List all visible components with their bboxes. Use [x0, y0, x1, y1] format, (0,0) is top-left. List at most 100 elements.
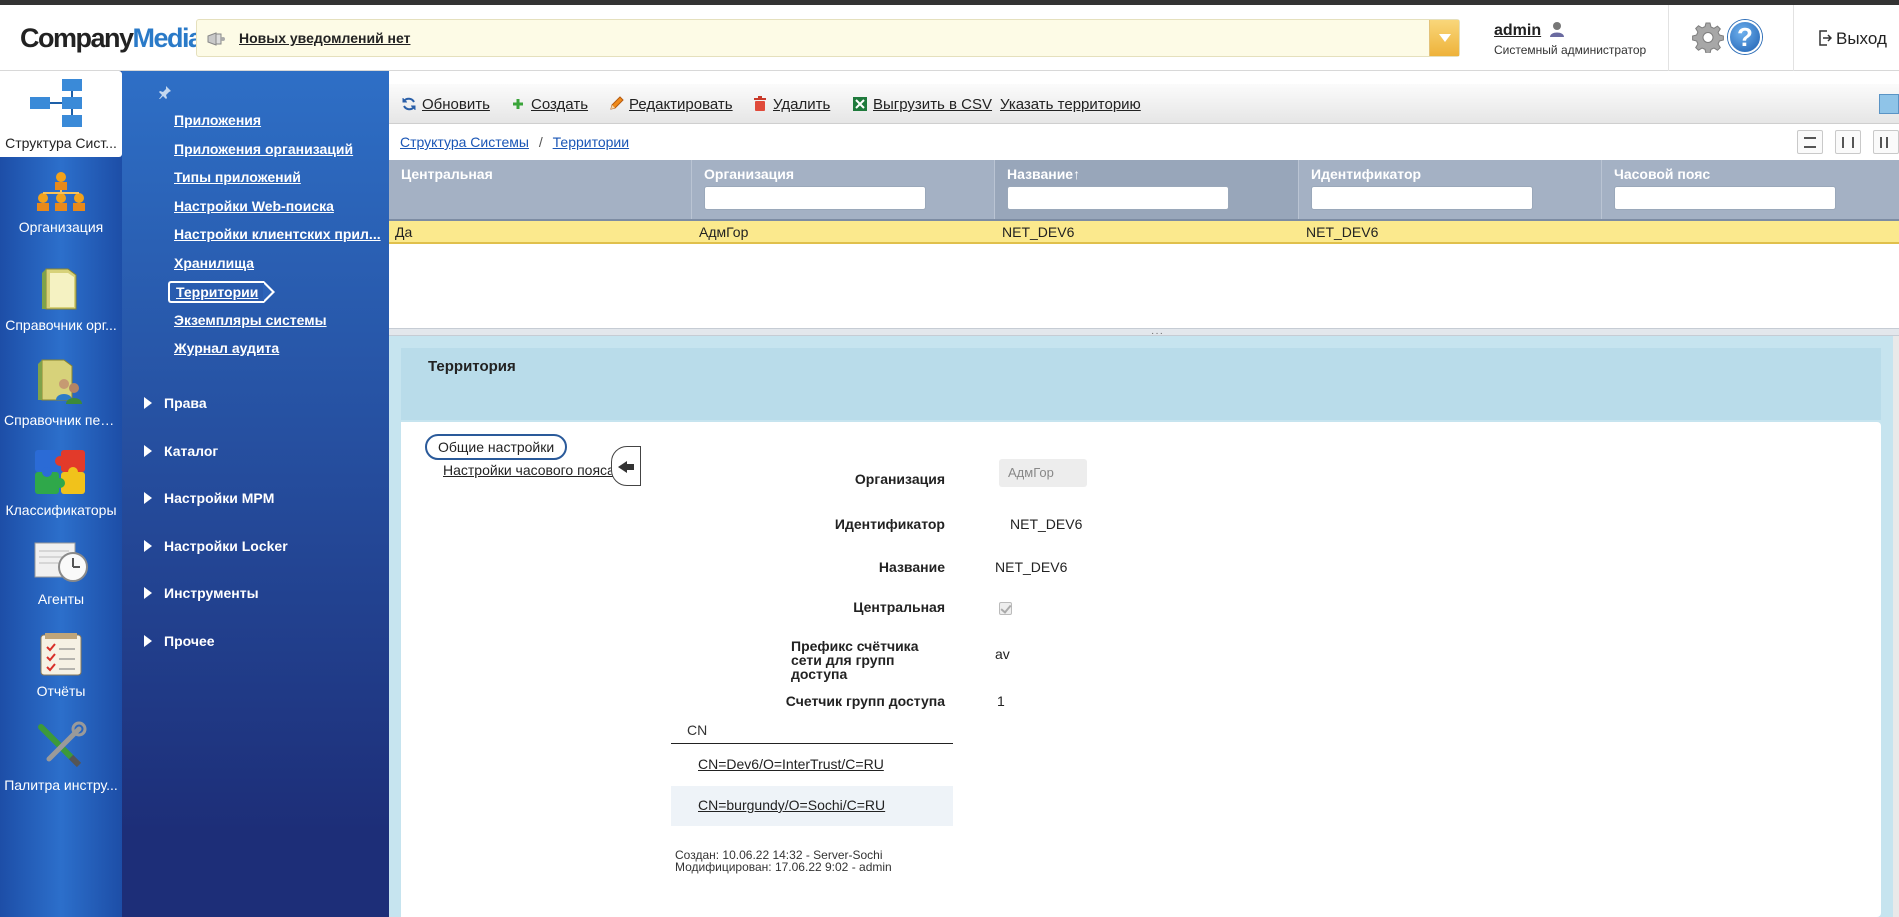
breadcrumb-current[interactable]: Территории	[553, 134, 629, 150]
organization-label: Организация	[854, 471, 945, 487]
table-row[interactable]: Да АдмГор NET_DEV6 NET_DEV6	[389, 221, 1899, 244]
edit-button[interactable]: Редактировать	[608, 96, 733, 113]
breadcrumb: Структура Системы / Территории	[400, 134, 630, 150]
column-timezone[interactable]: Часовой пояс	[1602, 160, 1899, 219]
cell-organization: АдмГор	[699, 224, 749, 240]
nav-link-territories[interactable]: Территории	[168, 281, 276, 303]
image-icon[interactable]	[1879, 94, 1899, 114]
column-organization[interactable]: Организация	[692, 160, 995, 219]
prefix-label: Префикс счётчика сети для групп доступа	[791, 638, 919, 682]
notification-text[interactable]: Новых уведомлений нет	[239, 30, 410, 46]
nav-link-client-app-settings[interactable]: Настройки клиентских прил...	[174, 226, 381, 242]
clock-icon	[34, 542, 88, 582]
rail-item-system-structure[interactable]: Структура Сист...	[0, 71, 140, 157]
nav-group-catalog[interactable]: Каталог	[144, 443, 218, 459]
set-territory-button[interactable]: Указать территорию	[1000, 96, 1141, 113]
nav-group-other[interactable]: Прочее	[144, 633, 215, 649]
navigation-panel: Приложения Приложения организаций Типы п…	[122, 71, 389, 917]
rail-item-tools-palette[interactable]: Палитра инстру...	[0, 721, 122, 809]
org-chart-icon	[37, 172, 85, 211]
modified-info: Модифицирован: 17.06.22 9:02 - admin	[675, 860, 892, 874]
nav-link-application-types[interactable]: Типы приложений	[174, 169, 301, 185]
nav-group-locker-settings[interactable]: Настройки Locker	[144, 538, 288, 554]
rail-item-organization[interactable]: Организация	[0, 171, 122, 259]
create-button[interactable]: Создать	[510, 96, 588, 113]
grid-body	[389, 244, 1899, 328]
tab-timezone-settings[interactable]: Настройки часового пояса	[443, 462, 619, 478]
counter-value: 1	[997, 693, 1005, 709]
cell-identifier: NET_DEV6	[1306, 224, 1379, 240]
rail-item-classifiers[interactable]: Классификаторы	[0, 446, 122, 534]
help-icon[interactable]: ?	[1728, 20, 1762, 54]
panel-splitter[interactable]: ···	[389, 328, 1899, 339]
notification-bar[interactable]: Новых уведомлений нет	[196, 19, 1460, 57]
column-view-button[interactable]	[1835, 130, 1861, 154]
nav-group-rights[interactable]: Права	[144, 395, 207, 411]
nav-link-web-search-settings[interactable]: Настройки Web-поиска	[174, 198, 334, 214]
header-divider	[1793, 5, 1794, 71]
logout-button[interactable]: Выход	[1818, 29, 1887, 49]
grid-view-button[interactable]	[1873, 130, 1899, 154]
tab-general-settings[interactable]: Общие настройки	[425, 434, 568, 460]
report-icon	[40, 633, 82, 676]
rail-item-personnel-directory[interactable]: Справочник пер...	[0, 354, 122, 442]
user-name[interactable]: admin	[1494, 22, 1541, 39]
people-folder-icon	[38, 359, 82, 404]
column-identifier[interactable]: Идентификатор	[1299, 160, 1602, 219]
filter-timezone-input[interactable]	[1614, 186, 1836, 210]
detail-scrollbar[interactable]	[1893, 336, 1899, 917]
nav-group-mpm-settings[interactable]: Настройки MPM	[144, 490, 274, 506]
rail-item-org-directory[interactable]: Справочник орг...	[0, 263, 122, 351]
detail-title: Территория	[428, 358, 516, 375]
cell-central: Да	[395, 224, 413, 240]
puzzle-icon	[35, 450, 85, 494]
cn-row-link[interactable]: CN=burgundy/O=Sochi/C=RU	[671, 786, 953, 826]
notification-dropdown-button[interactable]	[1429, 20, 1459, 56]
filter-name-input[interactable]	[1007, 186, 1229, 210]
nav-link-org-applications[interactable]: Приложения организаций	[174, 141, 353, 157]
name-value: NET_DEV6	[995, 559, 1068, 575]
nav-group-tools[interactable]: Инструменты	[144, 585, 259, 601]
nav-link-audit-log[interactable]: Журнал аудита	[174, 340, 279, 356]
cn-row-link[interactable]: CN=Dev6/O=InterTrust/C=RU	[671, 745, 953, 785]
plus-icon	[513, 99, 523, 109]
identifier-label: Идентификатор	[834, 516, 945, 532]
user-block[interactable]: admin Системный администратор	[1494, 21, 1646, 57]
name-label: Название	[878, 559, 945, 575]
structure-icon	[30, 79, 82, 127]
refresh-button[interactable]: Обновить	[401, 96, 490, 113]
filter-identifier-input[interactable]	[1311, 186, 1533, 210]
app-window: CompanyMedia Новых уведомлений нет admin…	[0, 0, 1899, 917]
export-csv-button[interactable]: Выгрузить в CSV	[852, 96, 992, 113]
folder-icon	[42, 268, 77, 310]
breadcrumb-root[interactable]: Структура Системы	[400, 134, 529, 150]
collapse-side-menu-button[interactable]	[611, 446, 641, 486]
nav-link-storages[interactable]: Хранилища	[174, 255, 254, 271]
cn-column-header: CN	[671, 722, 953, 744]
nav-link-applications[interactable]: Приложения	[174, 112, 261, 128]
list-view-button[interactable]	[1797, 130, 1823, 154]
cell-name: NET_DEV6	[1002, 224, 1075, 240]
pencil-icon	[610, 96, 624, 110]
company-logo[interactable]: CompanyMedia	[20, 23, 203, 54]
delete-button[interactable]: Удалить	[752, 96, 830, 113]
tools-icon	[38, 721, 87, 768]
central-label: Центральная	[853, 599, 945, 615]
prefix-value: av	[995, 646, 1010, 662]
nav-link-system-instances[interactable]: Экземпляры системы	[174, 312, 327, 328]
rail-item-reports[interactable]: Отчёты	[0, 629, 122, 717]
rail-item-agents[interactable]: Агенты	[0, 537, 122, 625]
module-rail: Структура Сист... Организация Справочник…	[0, 71, 140, 917]
excel-icon	[853, 97, 867, 111]
detail-header	[401, 348, 1881, 420]
organization-field: АдмГор	[999, 459, 1087, 487]
header: CompanyMedia Новых уведомлений нет admin…	[0, 5, 1899, 71]
column-name[interactable]: Название↑	[995, 160, 1299, 219]
gear-icon[interactable]	[1692, 21, 1724, 53]
pin-icon[interactable]	[158, 85, 172, 99]
central-checkbox	[999, 602, 1012, 615]
refresh-icon	[402, 97, 416, 111]
header-divider	[1668, 5, 1669, 71]
column-central[interactable]: Центральная	[389, 160, 692, 219]
filter-organization-input[interactable]	[704, 186, 926, 210]
